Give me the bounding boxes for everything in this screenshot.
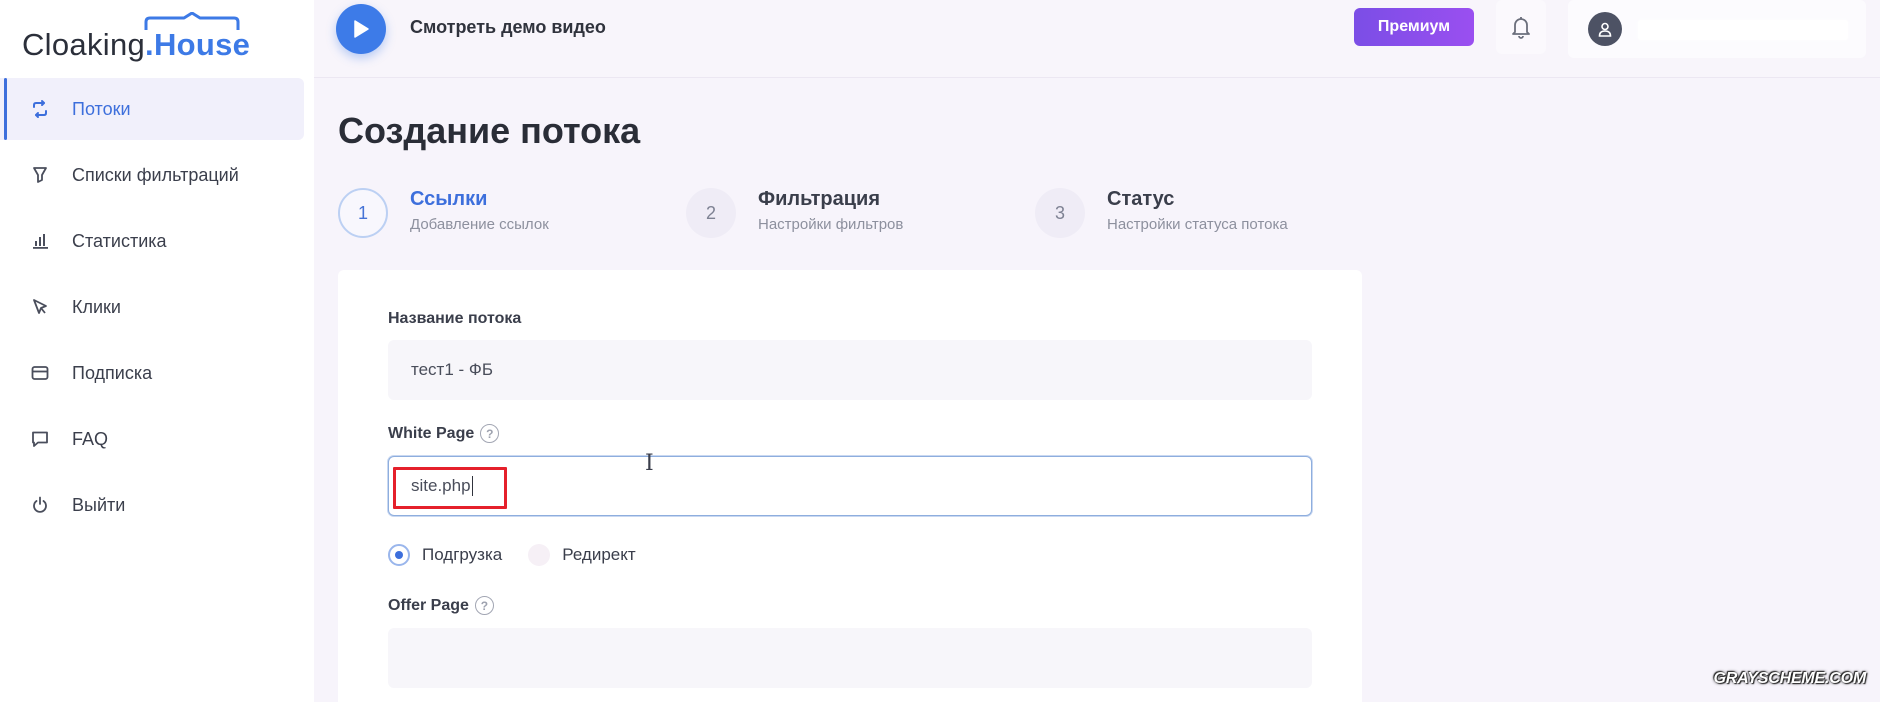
step-title: Ссылки <box>410 188 488 210</box>
help-icon[interactable]: ? <box>480 424 500 443</box>
bell-icon <box>1512 17 1530 39</box>
sidebar-item-label: Подписка <box>72 362 153 383</box>
sidebar-item-label: FAQ <box>72 428 109 449</box>
radio-label: Редирект <box>562 545 636 564</box>
flow-name-label-text: Название потока <box>388 310 522 327</box>
sidebar-item-label: Клики <box>72 296 121 317</box>
step-number: 3 <box>1035 188 1085 238</box>
sidebar: Cloaking.House Потоки Списки фильтраций <box>0 0 314 702</box>
sidebar-item-subscription[interactable]: Подписка <box>0 342 314 404</box>
sidebar-item-flows[interactable]: Потоки <box>0 78 304 140</box>
radio-redirect[interactable]: Редирект <box>528 544 636 566</box>
flow-name-label: Название потока <box>388 310 521 328</box>
offer-page-label-text: Offer Page <box>388 596 469 614</box>
user-profile-menu[interactable] <box>1568 0 1866 58</box>
premium-button[interactable]: Премиум <box>1354 8 1474 46</box>
radio-label: Подгрузка <box>422 545 503 564</box>
radio-dot-unselected <box>528 544 551 566</box>
step-subtitle: Настройки статуса потока <box>1107 216 1288 233</box>
sidebar-item-clicks[interactable]: Клики <box>0 276 314 338</box>
white-page-mode-group: Подгрузка Редирект <box>388 544 662 566</box>
refresh-icon <box>30 99 50 119</box>
logo-text: Cloaking.House <box>22 27 250 63</box>
sidebar-item-label: Потоки <box>72 98 131 119</box>
flow-name-value: тест1 - ФБ <box>411 360 493 379</box>
sidebar-item-filter-lists[interactable]: Списки фильтраций <box>0 144 314 206</box>
step-number: 1 <box>338 188 388 238</box>
logo-text-part1: Cloaking <box>22 27 146 62</box>
notifications-button[interactable] <box>1496 0 1546 54</box>
sidebar-item-label: Статистика <box>72 230 167 251</box>
chat-icon <box>30 429 50 449</box>
sidebar-item-statistics[interactable]: Статистика <box>0 210 314 272</box>
avatar <box>1588 12 1622 46</box>
flow-form-card: Название потока тест1 - ФБ White Page ? … <box>338 270 1362 702</box>
help-icon[interactable]: ? <box>474 596 494 615</box>
page-title: Создание потока <box>338 110 641 151</box>
white-page-label: White Page ? <box>388 424 500 443</box>
step-title: Статус <box>1107 188 1175 210</box>
sidebar-item-logout[interactable]: Выйти <box>0 474 314 536</box>
bar-chart-icon <box>30 231 50 251</box>
sidebar-item-label: Выйти <box>72 494 126 515</box>
flow-name-input[interactable]: тест1 - ФБ <box>388 340 1312 400</box>
play-demo-button[interactable] <box>336 4 386 54</box>
sidebar-item-label: Списки фильтраций <box>72 164 239 185</box>
logo[interactable]: Cloaking.House <box>22 12 272 62</box>
username-redacted <box>1638 20 1848 40</box>
offer-page-input[interactable] <box>388 628 1312 688</box>
step-title: Фильтрация <box>758 188 881 210</box>
step-subtitle: Настройки фильтров <box>758 216 904 233</box>
logo-text-part2: .House <box>145 27 251 62</box>
white-page-input[interactable]: site.php I <box>388 451 1312 516</box>
ibeam-cursor-icon: I <box>645 451 654 476</box>
watermark: GRAYSCHEME.COM <box>1713 670 1867 687</box>
filter-icon <box>30 165 50 185</box>
power-icon <box>30 495 50 515</box>
demo-video-link[interactable]: Смотреть демо видео <box>410 17 606 38</box>
user-icon <box>1598 22 1612 37</box>
cursor-icon <box>30 297 50 317</box>
step-subtitle: Добавление ссылок <box>410 216 549 233</box>
play-icon <box>354 20 369 38</box>
white-page-value: site.php <box>411 476 471 495</box>
sidebar-nav: Потоки Списки фильтраций Статистика Клик… <box>0 78 314 540</box>
top-bar: Смотреть демо видео Премиум <box>314 0 1880 78</box>
offer-page-label: Offer Page ? <box>388 596 494 615</box>
sidebar-item-faq[interactable]: FAQ <box>0 408 314 470</box>
radio-load[interactable]: Подгрузка <box>388 544 502 566</box>
radio-dot-selected <box>388 544 410 566</box>
white-page-label-text: White Page <box>388 424 475 442</box>
step-number: 2 <box>686 188 736 238</box>
card-icon <box>30 363 50 383</box>
